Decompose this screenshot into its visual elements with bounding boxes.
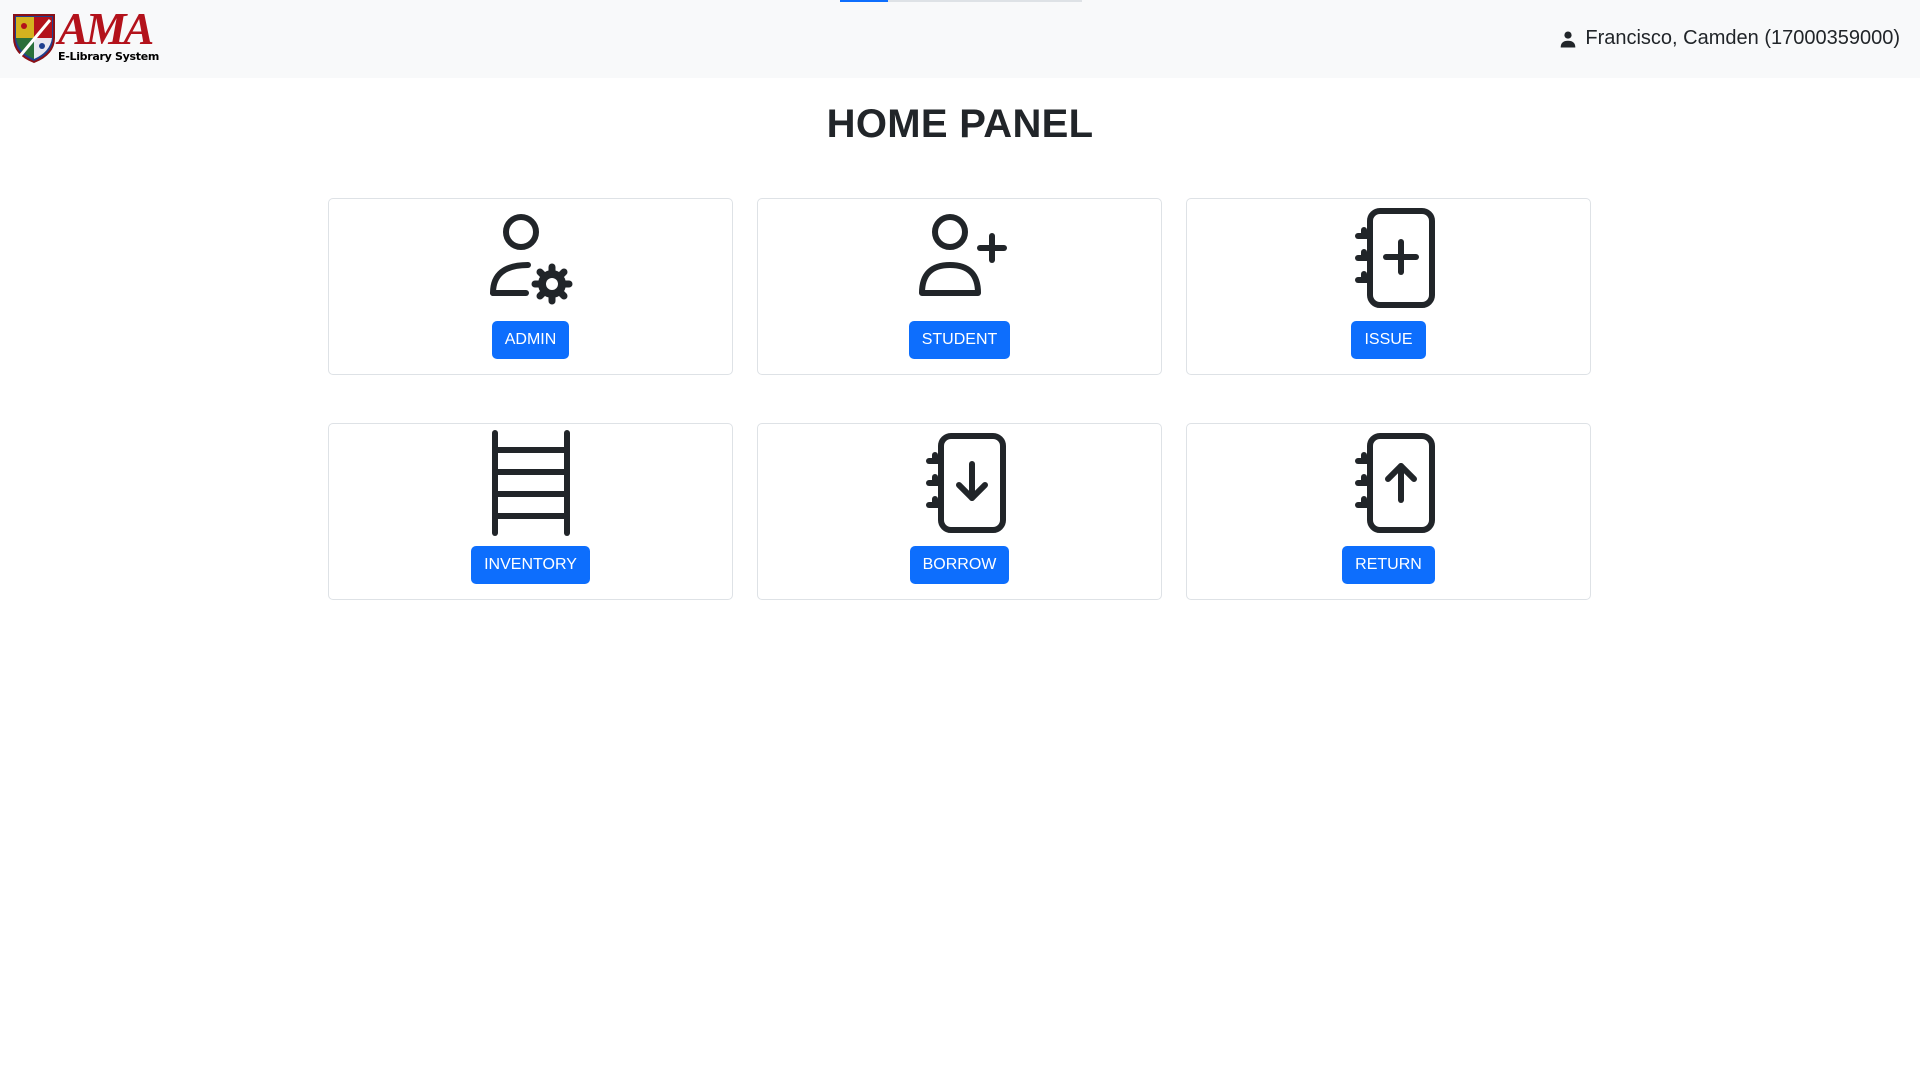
admin-button[interactable]: ADMIN	[491, 321, 570, 359]
panel-card-return: RETURN	[1186, 423, 1591, 600]
brand-subtitle: E-Library System	[58, 50, 160, 63]
user-gear-icon	[476, 203, 586, 313]
panel-card-admin: ADMIN	[328, 198, 733, 375]
user-menu[interactable]: Francisco, Camden (17000359000)	[1559, 27, 1900, 50]
notebook-arrow-down-icon	[905, 428, 1015, 538]
return-button[interactable]: RETURN	[1342, 546, 1435, 584]
notebook-plus-icon	[1334, 203, 1444, 313]
brand-wordmark: AMA	[58, 3, 154, 54]
brand-logo-link[interactable]: AMA E-Library System	[12, 6, 162, 66]
inventory-button[interactable]: INVENTORY	[471, 546, 590, 584]
navbar: AMA E-Library System Francisco, Camden (…	[0, 0, 1920, 78]
notebook-arrow-up-icon	[1334, 428, 1444, 538]
panel-card-inventory: INVENTORY	[328, 423, 733, 600]
borrow-button[interactable]: BORROW	[909, 546, 1010, 584]
loading-progress-bar	[840, 0, 1082, 2]
panel-card-borrow: BORROW	[757, 423, 1162, 600]
issue-button[interactable]: ISSUE	[1351, 321, 1426, 359]
panel-card-issue: ISSUE	[1186, 198, 1591, 375]
person-icon	[1561, 30, 1576, 47]
page-title: HOME PANEL	[826, 102, 1094, 146]
ladder-shelf-icon	[476, 428, 586, 538]
student-button[interactable]: STUDENT	[908, 321, 1011, 359]
progress-fill	[840, 0, 889, 2]
panel-card-student: STUDENT	[757, 198, 1162, 375]
user-name: Francisco, Camden (17000359000)	[1585, 27, 1900, 49]
user-plus-icon	[905, 203, 1015, 313]
shield-crest-icon	[13, 14, 55, 64]
panel-grid: ADMIN STUDENT ISSUE INVENTORY BORROW RET…	[328, 198, 1592, 600]
